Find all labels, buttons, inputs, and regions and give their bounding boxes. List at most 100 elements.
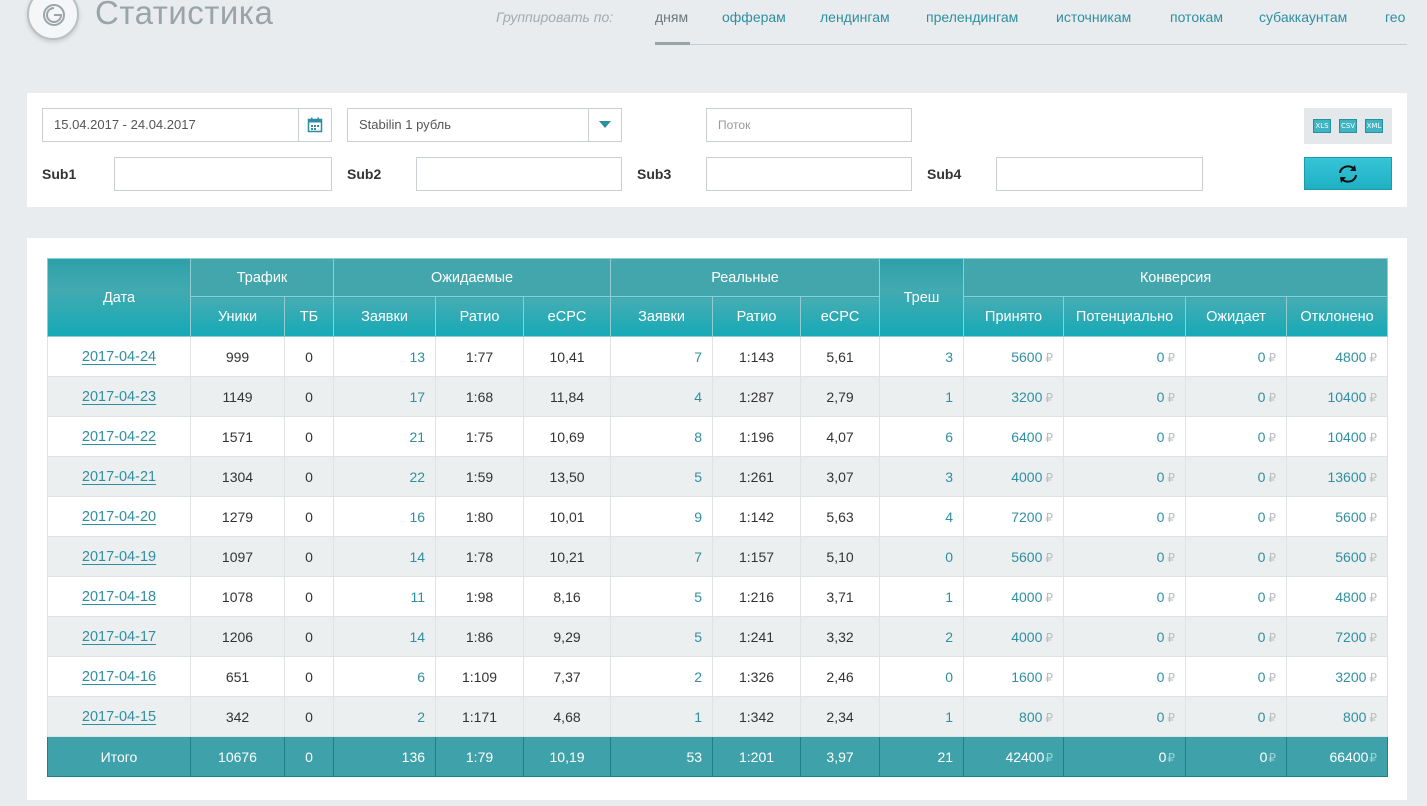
group-tab-prelandings[interactable]: прелендингам	[926, 9, 1018, 25]
cell-accepted-value: 3200	[1011, 388, 1043, 405]
cell-accepted-value: 6400	[1011, 428, 1043, 445]
column-header-potential[interactable]: Потенциально	[1063, 296, 1187, 337]
xml-export-icon[interactable]: XML	[1365, 119, 1383, 133]
ruble-icon: ₽	[1045, 550, 1054, 565]
date-link[interactable]: 2017-04-20	[82, 509, 156, 525]
offer-select-value: Stabilin 1 рубль	[359, 117, 452, 132]
ruble-icon: ₽	[1167, 670, 1176, 685]
offer-select[interactable]: Stabilin 1 рубль	[347, 108, 622, 142]
group-tab-landings[interactable]: лендингам	[820, 9, 890, 25]
stats-table-panel: Дата Трафик Ожидаемые Реальные Треш Конв…	[27, 238, 1407, 800]
cell-waiting: 0 ₽	[1185, 416, 1288, 457]
date-link[interactable]: 2017-04-18	[82, 589, 156, 605]
ruble-icon: ₽	[1045, 590, 1054, 605]
date-link[interactable]: 2017-04-19	[82, 549, 156, 565]
column-header-accepted[interactable]: Принято	[963, 296, 1065, 337]
group-tab-geo[interactable]: гео	[1385, 9, 1405, 25]
sub4-input[interactable]	[996, 157, 1203, 191]
date-link[interactable]: 2017-04-21	[82, 469, 156, 485]
column-header-date[interactable]: Дата	[47, 258, 191, 337]
sub1-input[interactable]	[114, 157, 332, 191]
totals-rejected-value: 66400	[1329, 748, 1369, 765]
column-header-waiting[interactable]: Ожидает	[1185, 296, 1288, 337]
group-by-nav: дням офферам лендингам прелендингам исто…	[655, 0, 1407, 45]
totals-waiting-value: 0	[1259, 748, 1268, 765]
stream-input[interactable]: Поток	[706, 108, 912, 142]
cell-real-leads: 5	[610, 576, 714, 617]
cell-exp-ecpc: 7,37	[523, 656, 612, 697]
sub3-input[interactable]	[706, 157, 912, 191]
date-link[interactable]: 2017-04-23	[82, 389, 156, 405]
column-header-real-ratio[interactable]: Ратио	[712, 296, 802, 337]
ruble-icon: ₽	[1268, 670, 1277, 685]
cell-potential: 0 ₽	[1063, 536, 1187, 577]
column-header-exp-ecpc[interactable]: eCPC	[523, 296, 612, 337]
group-tab-sources[interactable]: источникам	[1056, 9, 1131, 25]
cell-real-ratio: 1:143	[712, 336, 802, 377]
totals-row: Итого 10676 0 136 1:79 10,19 53 1:201 3,…	[47, 736, 1389, 777]
cell-potential-value: 0	[1156, 588, 1165, 605]
date-link[interactable]: 2017-04-16	[82, 669, 156, 685]
sub2-input[interactable]	[416, 157, 622, 191]
cell-tb: 0	[283, 656, 335, 697]
date-link[interactable]: 2017-04-24	[82, 349, 156, 365]
date-range-field[interactable]: 15.04.2017 - 24.04.2017	[42, 108, 332, 142]
cell-accepted-value: 7200	[1011, 508, 1043, 525]
offer-dropdown-button[interactable]	[588, 108, 622, 142]
cell-waiting-value: 0	[1257, 348, 1266, 365]
xls-export-icon[interactable]: XLS	[1313, 119, 1331, 133]
ruble-icon: ₽	[1369, 630, 1378, 645]
ruble-icon: ₽	[1045, 750, 1054, 765]
cell-exp-ratio: 1:78	[435, 536, 525, 577]
cell-accepted: 1600 ₽	[963, 656, 1065, 697]
cell-waiting-value: 0	[1257, 668, 1266, 685]
cell-accepted-value: 1600	[1011, 668, 1043, 685]
cell-real-ratio: 1:326	[712, 656, 802, 697]
column-header-real-ecpc[interactable]: eCPC	[800, 296, 881, 337]
column-header-trash[interactable]: Треш	[879, 258, 965, 337]
ruble-icon: ₽	[1369, 510, 1378, 525]
cell-exp-ratio: 1:98	[435, 576, 525, 617]
date-link[interactable]: 2017-04-17	[82, 629, 156, 645]
cell-tb: 0	[283, 456, 335, 497]
cell-real-ecpc: 5,61	[800, 336, 881, 377]
cell-real-leads: 8	[610, 416, 714, 457]
cell-date: 2017-04-19	[47, 536, 191, 577]
group-tab-streams[interactable]: потокам	[1170, 9, 1223, 25]
refresh-button[interactable]	[1304, 157, 1392, 190]
cell-real-leads: 5	[610, 616, 714, 657]
ruble-icon: ₽	[1045, 470, 1054, 485]
cell-uniques: 1206	[190, 616, 285, 657]
column-header-rejected[interactable]: Отклонено	[1286, 296, 1389, 337]
cell-real-leads: 4	[610, 376, 714, 417]
cell-exp-ratio: 1:86	[435, 616, 525, 657]
column-header-real-leads[interactable]: Заявки	[610, 296, 714, 337]
calendar-button[interactable]	[298, 108, 332, 142]
cell-exp-leads: 14	[333, 616, 437, 657]
csv-export-icon[interactable]: CSV	[1339, 119, 1357, 133]
column-header-exp-ratio[interactable]: Ратио	[435, 296, 525, 337]
column-header-uniques[interactable]: Уники	[190, 296, 285, 337]
column-header-exp-leads[interactable]: Заявки	[333, 296, 437, 337]
date-link[interactable]: 2017-04-22	[82, 429, 156, 445]
cell-rejected: 13600 ₽	[1286, 456, 1389, 497]
chevron-down-icon	[599, 121, 611, 128]
cell-real-ratio: 1:241	[712, 616, 802, 657]
ruble-icon: ₽	[1268, 390, 1277, 405]
totals-real-ratio: 1:201	[712, 736, 802, 777]
cell-uniques: 1149	[190, 376, 285, 417]
table-row: 2017-04-16 651 0 6 1:109 7,37 2 1:326 2,46 0 1600 ₽…	[47, 656, 1389, 697]
ruble-icon: ₽	[1369, 670, 1378, 685]
ruble-icon: ₽	[1167, 630, 1176, 645]
totals-accepted: 42400₽	[963, 736, 1065, 777]
column-header-tb[interactable]: ТБ	[283, 296, 335, 337]
cell-real-ecpc: 5,63	[800, 496, 881, 537]
date-link[interactable]: 2017-04-15	[82, 709, 156, 725]
totals-tb: 0	[283, 736, 335, 777]
group-tab-subaccounts[interactable]: субаккаунтам	[1259, 9, 1347, 25]
totals-exp-ratio: 1:79	[435, 736, 525, 777]
ruble-icon: ₽	[1045, 430, 1054, 445]
group-tab-days[interactable]: дням	[655, 9, 688, 25]
table-row: 2017-04-20 1279 0 16 1:80 10,01 9 1:142 5,63 4 720…	[47, 496, 1389, 537]
group-tab-offers[interactable]: офферам	[722, 9, 786, 25]
